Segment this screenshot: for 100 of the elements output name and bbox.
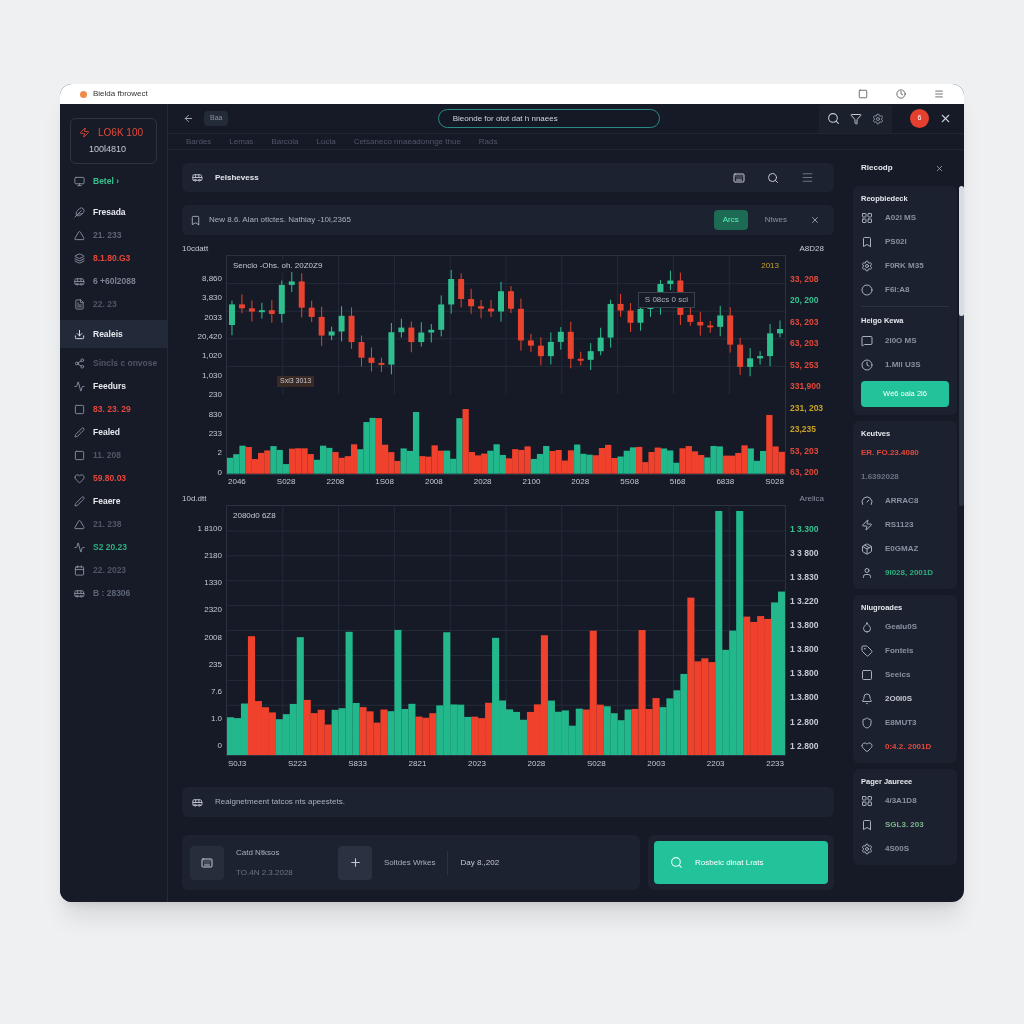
close-icon[interactable] (939, 112, 952, 125)
axis-label: 1.3.800 (790, 693, 819, 702)
chart-title: 2080d0 6Z8 (233, 510, 276, 522)
candle (438, 294, 445, 337)
brand-name: LO6K 100 (98, 126, 144, 141)
axis-label: 20,420 (197, 333, 222, 342)
sidebar-item[interactable]: 11. 208 (60, 444, 167, 467)
gear-icon (861, 260, 873, 273)
panel-title: Riecodp (861, 162, 893, 174)
sidebar-item[interactable]: Fealed (60, 421, 167, 444)
clock-icon (861, 358, 873, 371)
candle (537, 336, 544, 366)
search-icon[interactable] (767, 171, 779, 184)
candle (418, 321, 425, 348)
pen-icon (74, 496, 85, 507)
axis-label: 63, 203 (790, 317, 819, 327)
axis-label: 2028 (473, 475, 492, 488)
shield-icon (861, 717, 873, 729)
panel-item-label: 1.6392028 (861, 470, 899, 483)
candle (667, 270, 674, 291)
sidebar-item[interactable]: Betel › (60, 170, 167, 193)
candle (458, 272, 465, 308)
panel-item-label: 2l0O MS (885, 334, 917, 347)
candle (687, 307, 694, 327)
axis-label: 20, 200 (790, 296, 819, 305)
candle (248, 300, 255, 322)
axis-label: 2180 (204, 552, 222, 561)
panel-item-label: F6l:A8 (885, 284, 910, 297)
filter-icon[interactable] (850, 112, 862, 125)
sidebar-item[interactable]: 22. 23 (60, 293, 167, 316)
panel-item-label: RS1123 (885, 518, 914, 531)
axis-label: 2100 (522, 475, 541, 488)
sidebar-item[interactable]: 21. 233 (60, 224, 167, 247)
sidebar-item[interactable]: 6 +60l2088 (60, 270, 167, 293)
sidebar-item[interactable]: Realeis (60, 320, 167, 348)
sidebar-item[interactable]: Fresada (60, 201, 167, 224)
sidebar-item[interactable]: 8.1.80.G3 (60, 247, 167, 270)
candle (288, 271, 295, 293)
panel-item-label: Seeics (885, 669, 911, 681)
candle (468, 288, 475, 315)
browser-title: Bielda fbrowect (93, 88, 148, 100)
sidebar-item[interactable]: B : 28306 (60, 582, 167, 605)
sidebar-item[interactable]: Sincls c onvose (60, 352, 167, 375)
candle (278, 280, 285, 324)
panel-item-label: ER. FO.23.4080 (861, 446, 919, 459)
filter-button[interactable]: Ntwes (755, 210, 796, 230)
candle (338, 305, 345, 342)
chart-value: 2013 (761, 260, 779, 272)
sidebar-item[interactable]: 83. 23. 29 (60, 398, 167, 421)
sidebar-item[interactable]: 59.80.03 (60, 467, 167, 490)
clock-icon[interactable] (896, 89, 906, 99)
candle (488, 299, 495, 318)
candle (258, 302, 265, 320)
panel-item-label: 4/3A1D8 (885, 795, 917, 808)
scrollbar[interactable] (959, 186, 964, 506)
axis-label: 7.6 (210, 687, 222, 696)
candle (517, 298, 524, 351)
axis-label: 3 3 800 (790, 549, 819, 558)
candle (577, 351, 584, 367)
bus-icon (192, 172, 203, 183)
grid-icon (861, 795, 873, 808)
sidebar-item[interactable]: S2 20.23 (60, 536, 167, 559)
filter-button[interactable]: Arcs (713, 210, 748, 230)
axis-label: 0 (217, 468, 222, 477)
sidebar-item[interactable]: Feedurs (60, 375, 167, 398)
settings-icon[interactable] (872, 112, 884, 125)
axis-label: 2028 (527, 758, 546, 771)
candle (587, 342, 594, 371)
sidebar-item[interactable]: 21. 238 (60, 513, 167, 536)
sidebar-item[interactable]: Feaere (60, 490, 167, 513)
tag-icon (861, 645, 873, 657)
keyboard-icon[interactable] (733, 171, 745, 184)
pen-icon (74, 427, 85, 438)
axis-label: S223 (287, 758, 307, 771)
axis-label: 53, 253 (790, 360, 819, 370)
axis-label: 1 3.830 (790, 573, 819, 582)
candle (268, 299, 275, 324)
close-icon[interactable] (810, 215, 820, 225)
axis-label: S0J3 (228, 758, 247, 771)
search-icon[interactable] (827, 112, 840, 125)
axis-label: 5S08 (620, 475, 639, 488)
sidebar-item-label: B : 28306 (93, 587, 131, 600)
axis-label: S028 (276, 475, 296, 488)
search-field[interactable]: Bieonde for otot dat h nnaees (437, 109, 660, 128)
axis-label: 230 (208, 391, 222, 400)
axis-label: 1 8100 (197, 525, 222, 533)
search-button[interactable]: Rosbeic dinat Lrats (654, 841, 828, 884)
panel-item-label: Gealu0S (885, 621, 917, 633)
square-icon[interactable] (858, 89, 868, 99)
candle (328, 326, 335, 341)
menu-icon[interactable] (801, 171, 814, 184)
axis-label: 2023 (468, 758, 486, 771)
sidebar-item[interactable]: 22. 2023 (60, 559, 167, 582)
chart-label: 10d.dtt (182, 493, 207, 505)
candle (747, 347, 754, 377)
keyboard-icon[interactable] (190, 845, 224, 880)
close-icon[interactable] (935, 163, 944, 173)
axis-label: 63, 203 (790, 339, 819, 348)
candle (358, 335, 365, 368)
candle (428, 323, 435, 344)
